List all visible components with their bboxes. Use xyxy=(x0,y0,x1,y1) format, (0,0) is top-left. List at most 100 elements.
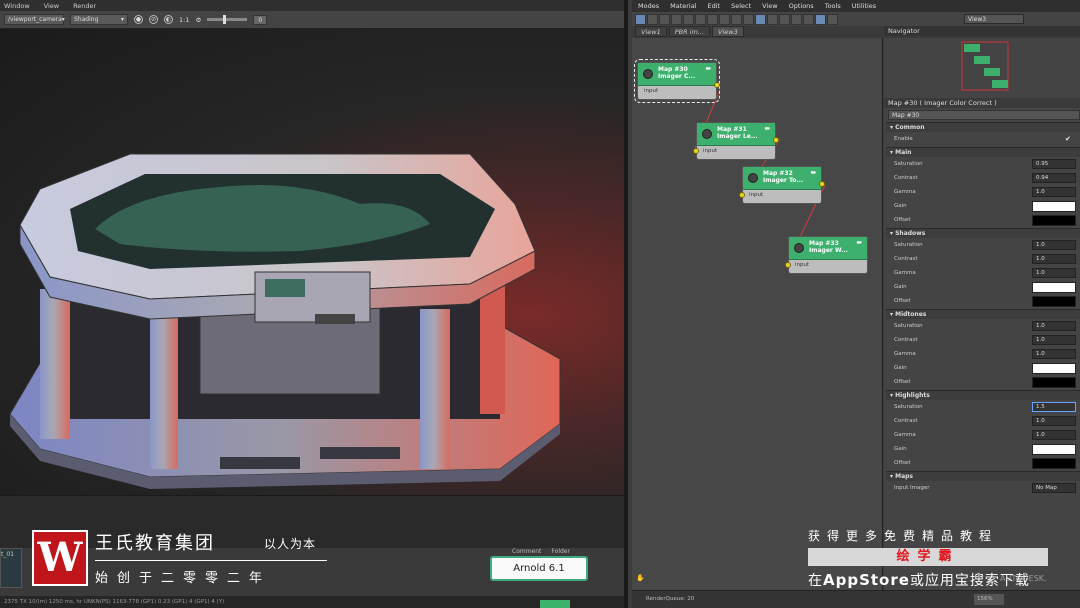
menu-select[interactable]: Select xyxy=(731,2,751,10)
hand-icon[interactable]: ✋ xyxy=(636,574,645,582)
contrast-spinner[interactable]: 1.0 xyxy=(1032,416,1076,426)
picker-icon[interactable] xyxy=(647,13,658,25)
offset-swatch[interactable] xyxy=(1032,377,1076,388)
rollout-title[interactable]: ▾ Shadows xyxy=(886,228,1080,238)
grid-icon[interactable]: ⊘ xyxy=(149,15,158,24)
saturation-spinner[interactable]: 0.95 xyxy=(1032,159,1076,169)
offset-swatch[interactable] xyxy=(1032,215,1076,226)
menu-window[interactable]: Window xyxy=(4,2,30,10)
param-editor-icon[interactable] xyxy=(755,13,766,25)
show-map-icon[interactable] xyxy=(707,13,718,25)
record-icon[interactable]: ● xyxy=(134,15,143,24)
node-menu-icon[interactable]: ▬ xyxy=(764,125,770,132)
gear-icon[interactable]: ⚙ xyxy=(195,16,201,24)
layout-children-icon[interactable] xyxy=(743,13,754,25)
shading-dropdown[interactable]: Shading ▾ xyxy=(70,14,128,25)
output-port[interactable] xyxy=(714,82,720,88)
rollout-title[interactable]: ▾ Main xyxy=(886,147,1080,157)
node-input-label: input xyxy=(703,148,718,154)
menu-view[interactable]: View xyxy=(762,2,777,10)
gamma-spinner[interactable]: 1.0 xyxy=(1032,430,1076,440)
rollout-title[interactable]: ▾ Common xyxy=(886,122,1080,132)
node-menu-icon[interactable]: ▬ xyxy=(810,169,816,176)
render-viewport[interactable] xyxy=(0,29,624,548)
saturation-spinner[interactable]: 1.5 xyxy=(1032,402,1076,412)
menu-edit[interactable]: Edit xyxy=(708,2,721,10)
pick-icon[interactable] xyxy=(779,13,790,25)
camera-dropdown[interactable]: /viewport_camera ▾ xyxy=(4,14,65,25)
menu-utilities[interactable]: Utilities xyxy=(852,2,876,10)
menu-material[interactable]: Material xyxy=(670,2,696,10)
input-port[interactable] xyxy=(785,262,791,268)
menu-modes[interactable]: Modes xyxy=(638,2,659,10)
rollout-title[interactable]: ▾ Maps xyxy=(886,471,1080,481)
input-port[interactable] xyxy=(739,192,745,198)
menu-tools[interactable]: Tools xyxy=(825,2,841,10)
tab-view1[interactable]: View1 xyxy=(635,26,667,37)
ratio-label[interactable]: 1:1 xyxy=(179,16,189,24)
exposure-field[interactable]: 0 xyxy=(253,14,268,25)
menu-render[interactable]: Render xyxy=(73,2,96,10)
assign-material-icon[interactable] xyxy=(671,13,682,25)
rollout-title[interactable]: ▾ Highlights xyxy=(886,390,1080,400)
offset-swatch[interactable] xyxy=(1032,458,1076,469)
chevron-down-icon: ▾ xyxy=(120,15,124,23)
gain-swatch[interactable] xyxy=(1032,444,1076,455)
node-map32[interactable]: Map #32 Imager To... ▬ input xyxy=(739,166,825,204)
no-map-button[interactable]: No Map xyxy=(1032,483,1076,493)
wand-icon[interactable] xyxy=(827,13,838,25)
node-graph[interactable]: View1 PBR im... View3 Map #30 Imager C...… xyxy=(632,26,883,590)
input-port[interactable] xyxy=(693,148,699,154)
output-port[interactable] xyxy=(819,181,825,187)
node-map33[interactable]: Map #33 Imager W... ▬ input xyxy=(785,236,868,274)
select-tool-icon[interactable] xyxy=(635,13,646,25)
contrast-spinner[interactable]: 1.0 xyxy=(1032,254,1076,264)
put-to-scene-icon[interactable] xyxy=(659,13,670,25)
saturation-spinner[interactable]: 1.0 xyxy=(1032,321,1076,331)
node-wires xyxy=(693,89,826,265)
checker-icon[interactable] xyxy=(803,13,814,25)
enable-checkbox[interactable]: ✔ xyxy=(1065,135,1073,143)
node-menu-icon[interactable]: ▬ xyxy=(856,239,862,246)
node-map31[interactable]: Map #31 Imager Le... ▬ input xyxy=(693,122,779,160)
tab-pbr[interactable]: PBR im... xyxy=(668,26,711,37)
offset-swatch[interactable] xyxy=(1032,296,1076,307)
rollout-title[interactable]: ▾ Midtones xyxy=(886,309,1080,319)
gain-swatch[interactable] xyxy=(1032,201,1076,212)
zoom-dropdown[interactable]: 156% xyxy=(974,594,1004,605)
move-children-icon[interactable] xyxy=(695,13,706,25)
exposure-slider[interactable] xyxy=(207,15,248,24)
panel-screen xyxy=(265,279,305,297)
gain-swatch[interactable] xyxy=(1032,282,1076,293)
exposure-icon[interactable]: ◐ xyxy=(164,15,173,24)
param-row: Gamma 1.0 xyxy=(886,347,1080,361)
node-menu-icon[interactable]: ▬ xyxy=(705,65,711,72)
show-bg-icon[interactable] xyxy=(719,13,730,25)
layout-icon[interactable] xyxy=(731,13,742,25)
delete-icon[interactable] xyxy=(683,13,694,25)
gamma-spinner[interactable]: 1.0 xyxy=(1032,349,1076,359)
contrast-spinner[interactable]: 1.0 xyxy=(1032,335,1076,345)
slate-menubar: Modes Material Edit Select View Options … xyxy=(632,0,1080,12)
navigator-view[interactable] xyxy=(884,38,1080,98)
node-map30[interactable]: Map #30 Imager C... ▬ input xyxy=(634,59,720,103)
select-by-material-icon[interactable] xyxy=(767,13,778,25)
menu-options[interactable]: Options xyxy=(789,2,814,10)
tab-view3[interactable]: View3 xyxy=(712,26,744,37)
contrast-spinner[interactable]: 0.94 xyxy=(1032,173,1076,183)
param-label: Offset xyxy=(894,460,911,466)
saturation-spinner[interactable]: 1.0 xyxy=(1032,240,1076,250)
gamma-spinner[interactable]: 1.0 xyxy=(1032,268,1076,278)
menu-view[interactable]: View xyxy=(44,2,59,10)
map-name-field[interactable]: Map #30 xyxy=(888,110,1080,120)
view-select-dropdown[interactable]: View3 xyxy=(964,14,1024,24)
tab-comment[interactable]: Comment xyxy=(512,548,541,555)
view-icon[interactable] xyxy=(815,13,826,25)
output-port[interactable] xyxy=(773,137,779,143)
gain-swatch[interactable] xyxy=(1032,363,1076,374)
tab-folder[interactable]: Folder xyxy=(551,548,570,555)
slider-knob[interactable] xyxy=(223,15,227,24)
rollout-main: ▾ Main Saturation 0.95 Contrast 0.94 Gamma… xyxy=(886,147,1080,227)
bg-icon[interactable] xyxy=(791,13,802,25)
gamma-spinner[interactable]: 1.0 xyxy=(1032,187,1076,197)
